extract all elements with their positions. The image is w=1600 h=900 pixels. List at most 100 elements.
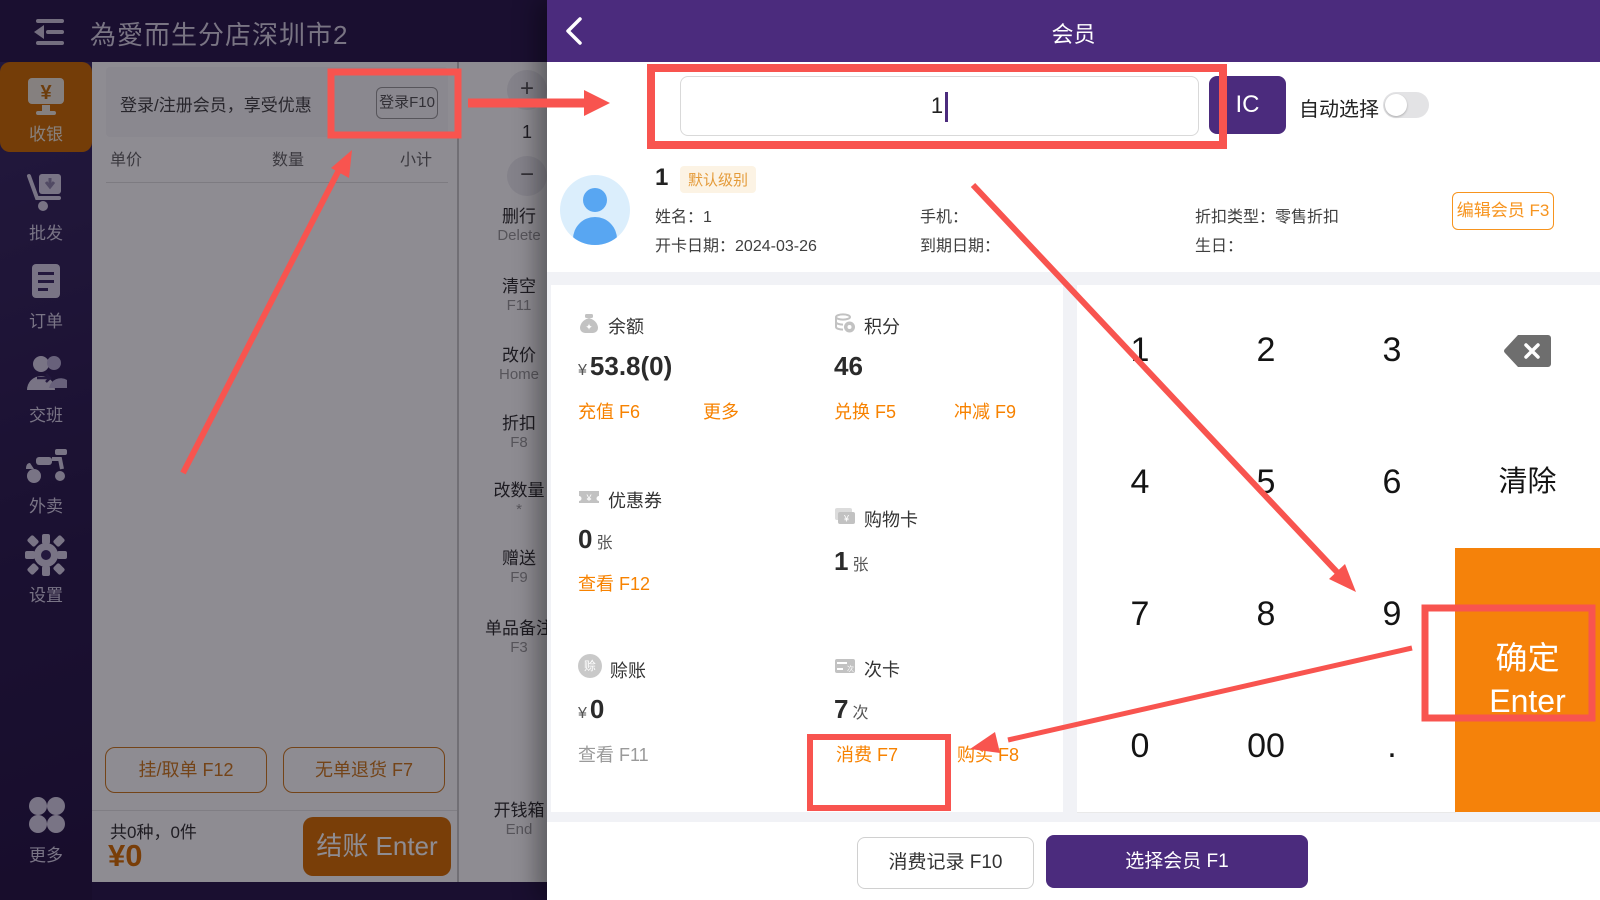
field-label: 手机： [920, 209, 968, 226]
numpad-key-0[interactable]: 0 [1077, 680, 1204, 813]
field-open-date: 开卡日期：2024-03-26 [655, 232, 817, 256]
member-search-row: 1 IC 自动选择 [547, 62, 1600, 149]
auto-select-label: 自动选择 [1299, 93, 1379, 122]
times-card-card: 次 次卡 7次 消费 F7 购买 F8 [807, 633, 1063, 812]
value: 0 [590, 694, 604, 724]
unit: 张 [596, 535, 612, 552]
value: 7 [834, 694, 848, 724]
field-name: 姓名：1 [655, 203, 712, 227]
numpad-key-3[interactable]: 3 [1329, 285, 1456, 417]
numpad-key-4[interactable]: 4 [1077, 416, 1204, 549]
unit: 次 [852, 705, 868, 722]
svg-text:¥: ¥ [843, 514, 850, 524]
field-expire-date: 到期日期： [920, 232, 1000, 256]
field-label: 到期日期： [920, 238, 1000, 255]
ic-card-button[interactable]: IC [1209, 76, 1286, 134]
value: 1 [834, 546, 848, 576]
field-phone: 手机： [920, 203, 968, 227]
value: 53.8(0) [590, 351, 672, 381]
avatar [560, 175, 630, 245]
currency: ¥ [578, 705, 587, 722]
coins-icon [834, 312, 856, 334]
redeem-link[interactable]: 兑换 F5 [834, 398, 896, 424]
confirm-label-cn: 确定 [1455, 637, 1600, 680]
numpad-key-dot[interactable]: . [1329, 680, 1456, 813]
buy-times-link[interactable]: 购买 F8 [957, 741, 1019, 767]
search-value: 1 [931, 93, 943, 118]
dialog-title: 会员 [547, 17, 1600, 49]
deduct-link[interactable]: 冲减 F9 [954, 398, 1016, 424]
svg-text:✦: ✦ [585, 322, 593, 332]
avatar-body [573, 217, 617, 245]
balance-more-link[interactable]: 更多 [703, 398, 739, 424]
numpad-key-00[interactable]: 00 [1203, 680, 1330, 813]
credit-icon: 赊 [578, 654, 602, 678]
dialog-header: 会员 [547, 0, 1600, 62]
numpad: 1 2 3 4 5 6 清除 7 8 9 0 00 . 确定 Enter [1077, 285, 1600, 812]
field-label: 折扣类型： [1195, 209, 1275, 226]
points-value: 46 [834, 351, 863, 382]
shopping-card-card: ¥ 购物卡 1张 [807, 458, 1063, 634]
credit-value: ¥0 [578, 694, 604, 725]
credit-card: 赊 赊账 ¥0 查看 F11 [551, 633, 808, 812]
text-caret [945, 92, 948, 122]
numpad-key-2[interactable]: 2 [1203, 285, 1330, 417]
coupon-value: 0张 [578, 524, 612, 555]
member-dialog: 会员 1 IC 自动选择 1 默认级别 姓名：1 开卡日期：2024-03-2 [547, 0, 1600, 900]
dialog-footer: 消费记录 F10 选择会员 F1 [547, 822, 1600, 900]
numpad-key-6[interactable]: 6 [1329, 416, 1456, 549]
field-value: 1 [703, 209, 712, 226]
edit-member-button[interactable]: 编辑会员 F3 [1452, 192, 1554, 230]
currency: ¥ [578, 362, 587, 379]
consume-times-link[interactable]: 消费 F7 [836, 741, 898, 767]
field-value: 零售折扣 [1275, 209, 1339, 226]
numpad-key-8[interactable]: 8 [1203, 548, 1330, 681]
backspace-icon [1504, 334, 1552, 368]
numpad-key-7[interactable]: 7 [1077, 548, 1204, 681]
card-title: 优惠券 [608, 487, 662, 513]
svg-text:次: 次 [847, 664, 854, 673]
field-label: 开卡日期： [655, 238, 735, 255]
pos-app: 為愛而生分店深圳市2 ¥ 收银 [0, 0, 1600, 900]
view-credit-link[interactable]: 查看 F11 [578, 741, 649, 767]
consume-history-button[interactable]: 消费记录 F10 [857, 837, 1034, 889]
numpad-key-9[interactable]: 9 [1329, 548, 1456, 681]
value: 0 [578, 524, 592, 554]
times-card-icon: 次 [834, 655, 856, 677]
select-member-button[interactable]: 选择会员 F1 [1046, 835, 1308, 888]
member-name-display: 1 [655, 164, 668, 192]
coupon-icon: ¥ [578, 486, 600, 508]
money-bag-icon: ✦ [578, 312, 600, 334]
svg-text:¥: ¥ [585, 493, 592, 503]
numpad-backspace-key[interactable] [1455, 285, 1600, 417]
member-level-badge: 默认级别 [680, 166, 756, 193]
numpad-key-1[interactable]: 1 [1077, 285, 1204, 417]
member-search-input[interactable]: 1 [680, 76, 1199, 136]
coupon-card: ¥ 优惠券 0张 查看 F12 [551, 458, 808, 634]
shopping-card-value: 1张 [834, 546, 868, 577]
card-title: 积分 [864, 313, 900, 339]
shopping-card-icon: ¥ [834, 505, 856, 527]
avatar-head [583, 188, 607, 212]
field-birthday: 生日： [1195, 232, 1243, 256]
toggle-knob [1385, 94, 1407, 116]
recharge-link[interactable]: 充值 F6 [578, 398, 640, 424]
points-card: 积分 46 兑换 F5 冲减 F9 [807, 285, 1063, 459]
auto-select-toggle[interactable] [1383, 92, 1429, 118]
field-discount-type: 折扣类型：零售折扣 [1195, 203, 1339, 227]
balance-value: ¥53.8(0) [578, 351, 672, 382]
confirm-label-en: Enter [1455, 680, 1600, 723]
numpad-key-5[interactable]: 5 [1203, 416, 1330, 549]
field-label: 姓名： [655, 209, 703, 226]
modal-dim-overlay [0, 0, 547, 900]
card-title: 余额 [608, 313, 644, 339]
times-card-value: 7次 [834, 694, 868, 725]
card-title: 赊账 [610, 657, 646, 683]
field-label: 生日： [1195, 238, 1243, 255]
field-value: 2024-03-26 [735, 238, 817, 255]
numpad-confirm-key[interactable]: 确定 Enter [1455, 548, 1600, 812]
card-title: 购物卡 [864, 506, 918, 532]
numpad-clear-key[interactable]: 清除 [1455, 416, 1600, 549]
member-info-row: 1 默认级别 姓名：1 开卡日期：2024-03-26 手机： 到期日期： 折扣… [547, 148, 1600, 272]
view-coupons-link[interactable]: 查看 F12 [578, 570, 650, 596]
